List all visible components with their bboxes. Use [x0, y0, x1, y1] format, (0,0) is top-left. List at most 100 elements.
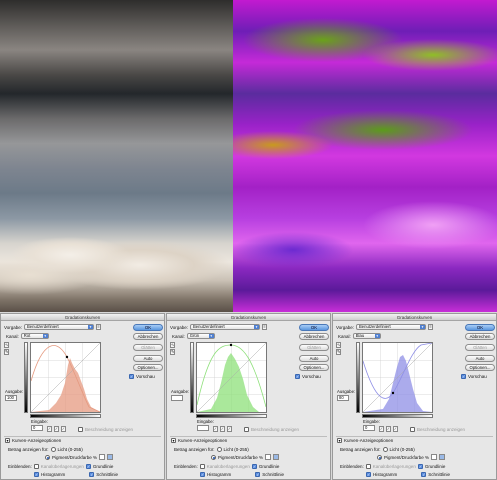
clipping-checkbox[interactable] — [78, 427, 83, 432]
channel-select[interactable]: Blau ▾ — [352, 333, 381, 339]
black-eyedropper-icon[interactable]: ⁄ — [213, 426, 218, 432]
detailed-grid-icon[interactable] — [439, 454, 446, 460]
ok-button[interactable]: OK — [133, 324, 163, 331]
clipping-checkbox[interactable] — [410, 427, 415, 432]
light-radio[interactable] — [216, 447, 222, 452]
black-eyedropper-icon[interactable]: ⁄ — [47, 426, 52, 432]
output-label: Ausgabe: — [171, 389, 190, 394]
light-radio[interactable] — [50, 447, 56, 452]
channel-label: Kanal: — [338, 333, 351, 339]
curve-graph-svg — [363, 343, 432, 412]
channel-overlays-checkbox[interactable] — [33, 464, 39, 469]
curve-point[interactable] — [391, 391, 395, 395]
gray-eyedropper-icon[interactable]: ⁄ — [386, 426, 391, 432]
channel-overlays-checkbox[interactable] — [365, 464, 371, 469]
light-radio[interactable] — [382, 447, 388, 452]
output-gradient-bar — [24, 342, 28, 413]
curve-point-tool-icon[interactable]: ∿ — [4, 342, 9, 348]
channel-overlays-checkbox[interactable] — [199, 464, 205, 469]
auto-button[interactable]: Auto — [133, 355, 163, 362]
histogram-checkbox[interactable]: ✓ — [200, 472, 205, 477]
auto-button[interactable]: Auto — [299, 355, 329, 362]
curve-graph[interactable] — [362, 342, 433, 413]
preset-select[interactable]: Benutzerdefiniert ▾ — [190, 324, 261, 330]
cancel-button[interactable]: Abbrechen — [133, 333, 163, 340]
input-input[interactable] — [197, 425, 209, 431]
curve-graph[interactable] — [196, 342, 267, 413]
histogram — [197, 353, 259, 412]
curve-point[interactable] — [229, 343, 233, 347]
intersection-checkbox[interactable]: ✓ — [255, 472, 261, 477]
simple-grid-icon[interactable] — [99, 454, 106, 460]
preset-menu-icon[interactable]: ≡ — [428, 324, 434, 330]
image-preview — [0, 0, 497, 312]
curve-point[interactable] — [65, 355, 69, 359]
curve-point-tool-icon[interactable]: ∿ — [336, 342, 341, 348]
preview-checkbox[interactable]: ✓ — [295, 374, 300, 379]
chevron-down-icon: ▾ — [88, 325, 94, 329]
simple-grid-icon[interactable] — [265, 454, 272, 460]
output-input[interactable]: 100 — [5, 395, 17, 401]
preview-checkbox[interactable]: ✓ — [461, 374, 466, 379]
divider — [170, 436, 327, 437]
detailed-grid-icon[interactable] — [273, 454, 280, 460]
detailed-grid-icon[interactable] — [107, 454, 114, 460]
simple-grid-icon[interactable] — [431, 454, 438, 460]
histogram-checkbox[interactable]: ✓ — [366, 472, 371, 477]
smooth-button[interactable]: Glätten — [465, 344, 495, 351]
baseline-checkbox[interactable]: ✓ — [417, 464, 423, 469]
preset-select[interactable]: Benutzerdefiniert ▾ — [24, 324, 95, 330]
intersection-checkbox[interactable]: ✓ — [421, 472, 427, 477]
ok-button[interactable]: OK — [465, 324, 495, 331]
gray-eyedropper-icon[interactable]: ⁄ — [220, 426, 225, 432]
output-input[interactable]: 80 — [337, 395, 349, 401]
curve-graph[interactable] — [30, 342, 101, 413]
white-eyedropper-icon[interactable]: ⁄ — [393, 426, 398, 432]
pigment-radio[interactable] — [377, 454, 382, 460]
pencil-icon[interactable]: ✎ — [336, 349, 341, 355]
pigment-radio[interactable] — [45, 454, 50, 460]
output-field: Ausgabe: 100 — [5, 389, 23, 401]
clipping-checkbox[interactable] — [244, 427, 249, 432]
black-eyedropper-icon[interactable]: ⁄ — [379, 426, 384, 432]
curve-point-tool-icon[interactable]: ∿ — [170, 342, 175, 348]
options-button[interactable]: Optionen... — [299, 364, 329, 371]
smooth-button[interactable]: Glätten — [133, 344, 163, 351]
auto-button[interactable]: Auto — [465, 355, 495, 362]
chevron-down-icon: ▾ — [208, 334, 214, 338]
preset-menu-icon[interactable]: ≡ — [96, 324, 102, 330]
preview-label: Vorschau — [302, 374, 321, 379]
input-input[interactable]: 0 — [363, 425, 375, 431]
white-eyedropper-icon[interactable]: ⁄ — [61, 426, 66, 432]
histogram-checkbox[interactable]: ✓ — [34, 472, 39, 477]
disclosure-triangle-icon[interactable]: ▾ — [171, 438, 176, 443]
baseline-checkbox[interactable]: ✓ — [85, 464, 91, 469]
channel-select[interactable]: Rot ▾ — [20, 333, 49, 339]
preview-checkbox[interactable]: ✓ — [129, 374, 134, 379]
preset-value: Benutzerdefiniert — [27, 324, 59, 329]
channel-select[interactable]: Grün ▾ — [186, 333, 215, 339]
pencil-icon[interactable]: ✎ — [4, 349, 9, 355]
options-button[interactable]: Optionen... — [465, 364, 495, 371]
pencil-icon[interactable]: ✎ — [170, 349, 175, 355]
intersection-label: Schnittlinie — [96, 472, 119, 477]
options-button[interactable]: Optionen... — [133, 364, 163, 371]
gray-eyedropper-icon[interactable]: ⁄ — [54, 426, 59, 432]
white-eyedropper-icon[interactable]: ⁄ — [227, 426, 232, 432]
smooth-button[interactable]: Glätten — [299, 344, 329, 351]
input-input[interactable]: 0 — [31, 425, 43, 431]
disclosure-triangle-icon[interactable]: ▾ — [5, 438, 10, 443]
disclosure-triangle-icon[interactable]: ▾ — [337, 438, 342, 443]
preset-menu-icon[interactable]: ≡ — [262, 324, 268, 330]
baseline-checkbox[interactable]: ✓ — [251, 464, 257, 469]
cancel-button[interactable]: Abbrechen — [465, 333, 495, 340]
show-amount-label: Betrag anzeigen für: — [8, 447, 49, 452]
intersection-checkbox[interactable]: ✓ — [89, 472, 95, 477]
ok-button[interactable]: OK — [299, 324, 329, 331]
output-input[interactable] — [171, 395, 183, 401]
preset-label: Vorgabe: — [4, 324, 23, 330]
pigment-radio[interactable] — [211, 454, 216, 460]
curves-dialog-red: Gradationskurven Vorgabe: Benutzerdefini… — [0, 313, 165, 480]
cancel-button[interactable]: Abbrechen — [299, 333, 329, 340]
preset-select[interactable]: Benutzerdefiniert ▾ — [356, 324, 427, 330]
